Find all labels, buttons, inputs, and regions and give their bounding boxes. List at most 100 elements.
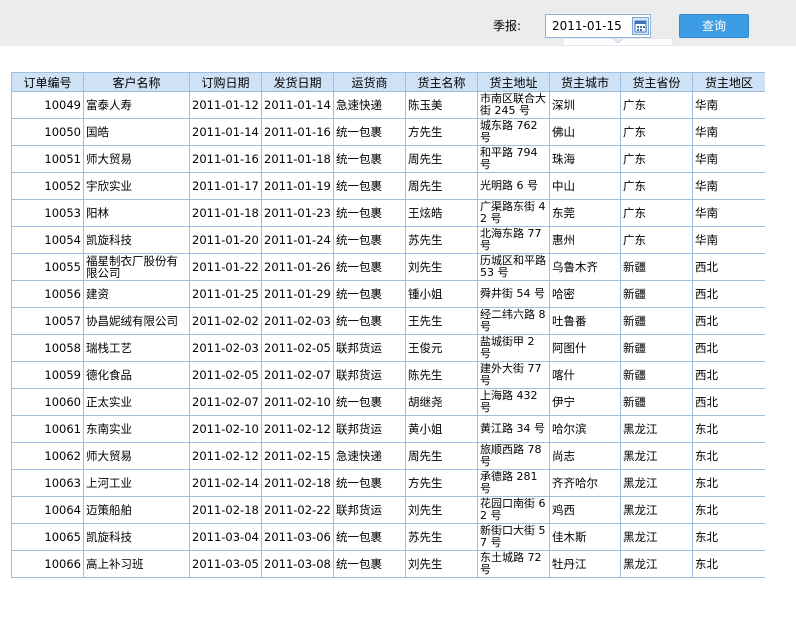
city-cell: 乌鲁木齐 bbox=[549, 253, 621, 281]
table-row[interactable]: 10059 德化食品 2011-02-05 2011-02-07 联邦货运 陈先生 建外大街… bbox=[11, 361, 765, 389]
table-row[interactable]: 10049 富泰人寿 2011-01-12 2011-01-14 急速快递 陈玉美 市南区联… bbox=[11, 91, 765, 119]
region-cell: 东北 bbox=[692, 415, 765, 443]
table-row[interactable]: 10055 福星制衣厂股份有限公司 2011-01-22 2011-01-26 统一包裹… bbox=[11, 253, 765, 281]
consignee-cell: 苏先生 bbox=[405, 226, 478, 254]
city-cell: 佛山 bbox=[549, 118, 621, 146]
province-cell: 黑龙江 bbox=[620, 550, 693, 578]
table-row[interactable]: 10051 师大贸易 2011-01-16 2011-01-18 统一包裹 周先生 和平路 … bbox=[11, 145, 765, 173]
table-row[interactable]: 10064 迈策船舶 2011-02-18 2011-02-22 联邦货运 刘先生 花园口南… bbox=[11, 496, 765, 524]
calendar-icon[interactable] bbox=[632, 17, 649, 35]
province-cell: 新疆 bbox=[620, 361, 693, 389]
address-cell: 和平路 794 号 bbox=[477, 145, 550, 173]
shipper-cell: 统一包裹 bbox=[333, 280, 406, 308]
order-date-cell: 2011-02-14 bbox=[189, 469, 262, 497]
table-row[interactable]: 10065 凯旋科技 2011-03-04 2011-03-06 统一包裹 苏先生 新街口大… bbox=[11, 523, 765, 551]
address-cell: 新街口大街 57 号 bbox=[477, 523, 550, 551]
address-cell: 光明路 6 号 bbox=[477, 172, 550, 200]
order-id-cell: 10054 bbox=[11, 226, 84, 254]
order-id-cell: 10065 bbox=[11, 523, 84, 551]
column-header[interactable]: 发货日期 bbox=[261, 72, 334, 92]
region-cell: 东北 bbox=[692, 550, 765, 578]
table-row[interactable]: 10060 正太实业 2011-02-07 2011-02-10 统一包裹 胡继尧 上海路 … bbox=[11, 388, 765, 416]
region-cell: 东北 bbox=[692, 442, 765, 470]
column-header[interactable]: 货主地址 bbox=[477, 72, 550, 92]
order-date-cell: 2011-02-07 bbox=[189, 388, 262, 416]
order-date-cell: 2011-02-10 bbox=[189, 415, 262, 443]
city-cell: 伊宁 bbox=[549, 388, 621, 416]
ship-date-cell: 2011-01-19 bbox=[261, 172, 334, 200]
table-row[interactable]: 10063 上河工业 2011-02-14 2011-02-18 统一包裹 方先生 承德路 … bbox=[11, 469, 765, 497]
customer-cell: 正太实业 bbox=[83, 388, 190, 416]
shipper-cell: 联邦货运 bbox=[333, 496, 406, 524]
table-row[interactable]: 10061 东南实业 2011-02-10 2011-02-12 联邦货运 黄小姐 黄江路 … bbox=[11, 415, 765, 443]
order-date-cell: 2011-03-04 bbox=[189, 523, 262, 551]
ship-date-cell: 2011-02-10 bbox=[261, 388, 334, 416]
table-row[interactable]: 10056 建资 2011-01-25 2011-01-29 统一包裹 锺小姐 舜井街 54… bbox=[11, 280, 765, 308]
filter-toolbar: 季报: 查询 bbox=[0, 0, 796, 46]
region-cell: 西北 bbox=[692, 361, 765, 389]
column-header[interactable]: 订购日期 bbox=[189, 72, 262, 92]
address-cell: 市南区联合大街 245 号 bbox=[477, 91, 550, 119]
region-cell: 西北 bbox=[692, 253, 765, 281]
table-body: 10049 富泰人寿 2011-01-12 2011-01-14 急速快递 陈玉美 市南区联… bbox=[11, 91, 765, 578]
region-cell: 西北 bbox=[692, 388, 765, 416]
table-row[interactable]: 10062 师大贸易 2011-02-12 2011-02-15 急速快递 周先生 旅顺西路… bbox=[11, 442, 765, 470]
region-cell: 华南 bbox=[692, 226, 765, 254]
province-cell: 黑龙江 bbox=[620, 469, 693, 497]
address-cell: 盐城街甲 2 号 bbox=[477, 334, 550, 362]
consignee-cell: 周先生 bbox=[405, 172, 478, 200]
query-button[interactable]: 查询 bbox=[679, 14, 749, 38]
address-cell: 舜井街 54 号 bbox=[477, 280, 550, 308]
customer-cell: 协昌妮绒有限公司 bbox=[83, 307, 190, 335]
column-header[interactable]: 货主名称 bbox=[405, 72, 478, 92]
order-date-cell: 2011-02-03 bbox=[189, 334, 262, 362]
column-header[interactable]: 运货商 bbox=[333, 72, 406, 92]
ship-date-cell: 2011-03-06 bbox=[261, 523, 334, 551]
customer-cell: 富泰人寿 bbox=[83, 91, 190, 119]
table-row[interactable]: 10052 宇欣实业 2011-01-17 2011-01-19 统一包裹 周先生 光明路 … bbox=[11, 172, 765, 200]
table-row[interactable]: 10058 瑞栈工艺 2011-02-03 2011-02-05 联邦货运 王俊元 盐城街甲… bbox=[11, 334, 765, 362]
column-header[interactable]: 货主省份 bbox=[620, 72, 693, 92]
shipper-cell: 联邦货运 bbox=[333, 334, 406, 362]
city-cell: 珠海 bbox=[549, 145, 621, 173]
column-header[interactable]: 货主地区 bbox=[692, 72, 765, 92]
ship-date-cell: 2011-01-23 bbox=[261, 199, 334, 227]
table-row[interactable]: 10054 凯旋科技 2011-01-20 2011-01-24 统一包裹 苏先生 北海东路… bbox=[11, 226, 765, 254]
province-cell: 广东 bbox=[620, 172, 693, 200]
address-cell: 旅顺西路 78 号 bbox=[477, 442, 550, 470]
consignee-cell: 方先生 bbox=[405, 469, 478, 497]
customer-cell: 德化食品 bbox=[83, 361, 190, 389]
province-cell: 黑龙江 bbox=[620, 415, 693, 443]
city-cell: 中山 bbox=[549, 172, 621, 200]
order-date-cell: 2011-01-20 bbox=[189, 226, 262, 254]
city-cell: 东莞 bbox=[549, 199, 621, 227]
order-date-cell: 2011-01-12 bbox=[189, 91, 262, 119]
province-cell: 新疆 bbox=[620, 280, 693, 308]
table-row[interactable]: 10053 阳林 2011-01-18 2011-01-23 统一包裹 王炫皓 广渠路东街 … bbox=[11, 199, 765, 227]
province-cell: 广东 bbox=[620, 226, 693, 254]
date-input[interactable] bbox=[546, 15, 630, 37]
order-id-cell: 10060 bbox=[11, 388, 84, 416]
city-cell: 尚志 bbox=[549, 442, 621, 470]
city-cell: 鸡西 bbox=[549, 496, 621, 524]
region-cell: 西北 bbox=[692, 334, 765, 362]
order-id-cell: 10062 bbox=[11, 442, 84, 470]
date-picker[interactable] bbox=[545, 14, 651, 38]
order-id-cell: 10064 bbox=[11, 496, 84, 524]
table-row[interactable]: 10066 高上补习班 2011-03-05 2011-03-08 统一包裹 刘先生 东土城… bbox=[11, 550, 765, 578]
city-cell: 哈尔滨 bbox=[549, 415, 621, 443]
city-cell: 惠州 bbox=[549, 226, 621, 254]
column-header[interactable]: 订单编号 bbox=[11, 72, 84, 92]
city-cell: 吐鲁番 bbox=[549, 307, 621, 335]
orders-table: 订单编号 客户名称 订购日期 发货日期 运货商 货主名称 货主地址 货主城市 货… bbox=[11, 72, 765, 578]
table-row[interactable]: 10057 协昌妮绒有限公司 2011-02-02 2011-02-03 统一包裹 王先生… bbox=[11, 307, 765, 335]
column-header[interactable]: 货主城市 bbox=[549, 72, 621, 92]
table-row[interactable]: 10050 国皓 2011-01-14 2011-01-16 统一包裹 方先生 城东路 76… bbox=[11, 118, 765, 146]
address-cell: 承德路 281 号 bbox=[477, 469, 550, 497]
order-id-cell: 10053 bbox=[11, 199, 84, 227]
column-header[interactable]: 客户名称 bbox=[83, 72, 190, 92]
customer-cell: 凯旋科技 bbox=[83, 523, 190, 551]
province-cell: 广东 bbox=[620, 118, 693, 146]
ship-date-cell: 2011-01-24 bbox=[261, 226, 334, 254]
customer-cell: 师大贸易 bbox=[83, 145, 190, 173]
